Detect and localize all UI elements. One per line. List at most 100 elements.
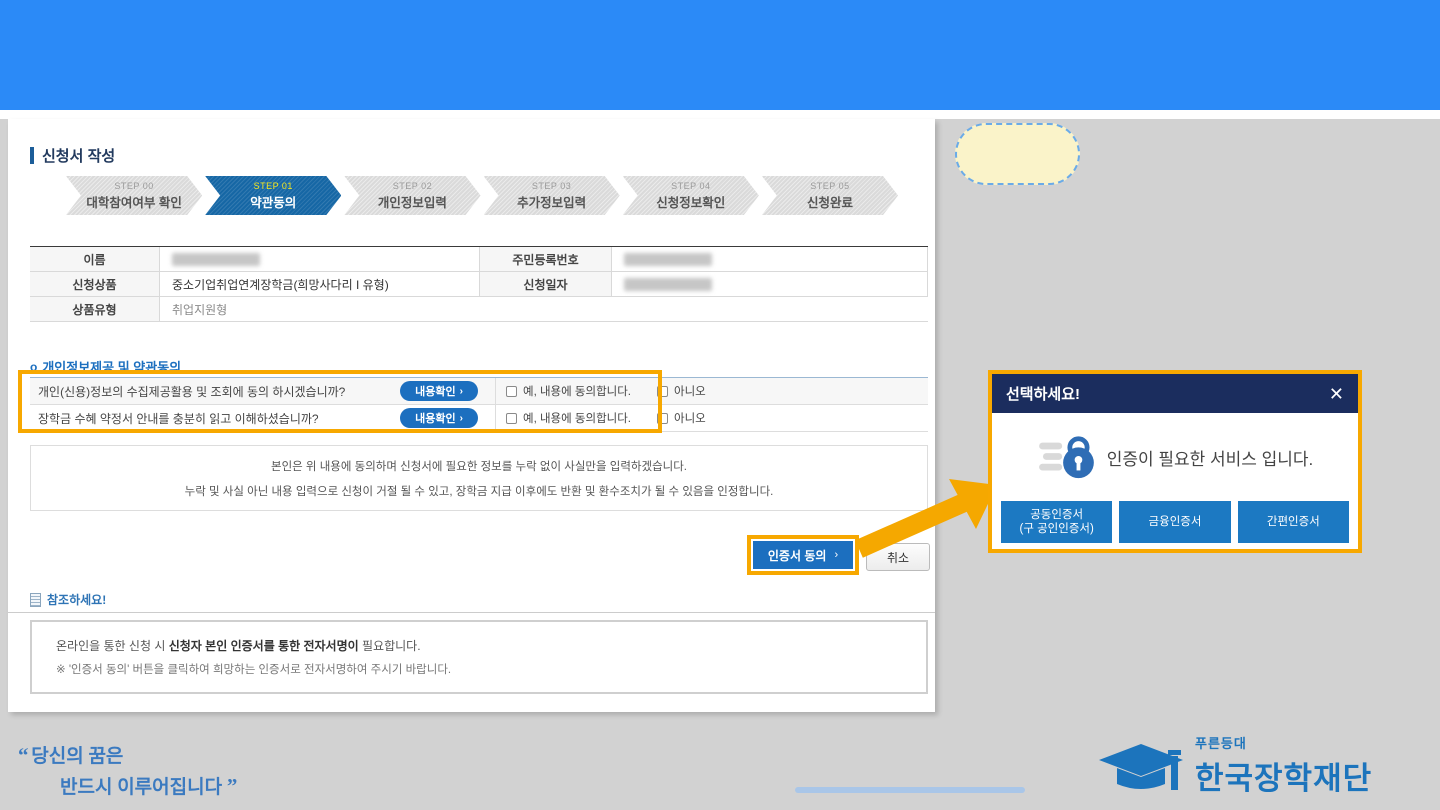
- yes-label: 예, 내용에 동의합니다.: [523, 410, 631, 426]
- redacted-rrn: [624, 253, 712, 266]
- step-number: STEP 05: [810, 181, 849, 191]
- highlight-pill-annotation: [955, 123, 1080, 185]
- step-04-confirm-info: STEP 04 신청정보확인: [623, 176, 759, 215]
- name-value: [160, 247, 480, 272]
- step-label: 신청정보확인: [656, 192, 725, 211]
- underline-annotation: [795, 787, 1025, 793]
- simple-certificate-button[interactable]: 간편인증서: [1238, 501, 1349, 543]
- step-03-additional-info: STEP 03 추가정보입력: [484, 176, 620, 215]
- consent-choices: 예, 내용에 동의합니다. 아니오: [495, 378, 928, 404]
- step-number: STEP 02: [393, 181, 432, 191]
- date-value: [612, 272, 928, 297]
- footer-slogan: “ 당신의 꿈은 반드시 이루어집니다 ”: [18, 740, 235, 801]
- joint-certificate-button[interactable]: 공동인증서 (구 공인인증서): [1001, 501, 1112, 543]
- product-label: 신청상품: [30, 272, 160, 297]
- slogan-line-2: 반드시 이루어집니다: [60, 777, 222, 798]
- document-icon: [30, 593, 41, 607]
- yes-label: 예, 내용에 동의합니다.: [523, 383, 631, 399]
- step-label: 약관동의: [250, 192, 296, 211]
- application-form-card: 신청서 작성 STEP 00 대학참여여부 확인 STEP 01 약관동의 ST…: [8, 119, 935, 712]
- consent-row-privacy: 개인(신용)정보의 수집제공활용 및 조회에 동의 하시겠습니까? 내용확인 ›…: [30, 378, 928, 405]
- close-quote: ”: [227, 774, 236, 798]
- foundation-logo: 푸른등대 한국장학재단: [1095, 733, 1372, 798]
- consent-table: 개인(신용)정보의 수집제공활용 및 조회에 동의 하시겠습니까? 내용확인 ›…: [30, 377, 928, 432]
- consent-question: 장학금 수혜 약정서 안내를 충분히 읽고 이해하셨습니까?: [30, 410, 400, 427]
- slogan-line-1: 당신의 꿈은: [31, 746, 123, 767]
- graduation-cap-icon: [1095, 736, 1187, 798]
- chevron-right-icon: ›: [834, 549, 838, 561]
- checkbox-no-2[interactable]: [657, 413, 668, 424]
- view-content-label: 내용확인: [415, 410, 455, 426]
- certificate-modal: 선택하세요! ✕ 인증이 필요한 서비스 입니다. 공동인증서 (구 공인인증서…: [988, 370, 1362, 553]
- lock-icon: [1037, 433, 1095, 481]
- logo-text: 푸른등대 한국장학재단: [1195, 733, 1372, 798]
- certificate-agree-button[interactable]: 인증서 동의 ›: [753, 541, 853, 569]
- consent-section-title-text: 개인정보제공 및 약관동의: [42, 357, 181, 376]
- step-01-terms-agreement: STEP 01 약관동의: [205, 176, 341, 215]
- chevron-right-icon: ›: [460, 413, 463, 424]
- chevron-right-icon: ›: [460, 386, 463, 397]
- consent-choices: 예, 내용에 동의합니다. 아니오: [495, 405, 928, 431]
- checkbox-no-1[interactable]: [657, 386, 668, 397]
- modal-body: 인증이 필요한 서비스 입니다.: [992, 413, 1358, 501]
- step-progress: STEP 00 대학참여여부 확인 STEP 01 약관동의 STEP 02 개…: [66, 176, 898, 215]
- rrn-value: [612, 247, 928, 272]
- modal-message: 인증이 필요한 서비스 입니다.: [1107, 445, 1314, 470]
- reference-box: 온라인을 통한 신청 시 신청자 본인 인증서를 통한 전자서명이 필요합니다.…: [30, 620, 928, 694]
- top-header-bar: [0, 0, 1440, 110]
- step-number: STEP 04: [671, 181, 710, 191]
- consent-section-title: o 개인정보제공 및 약관동의: [30, 357, 181, 376]
- view-content-button-2[interactable]: 내용확인 ›: [400, 408, 478, 428]
- modal-header: 선택하세요! ✕: [992, 374, 1358, 413]
- step-label: 대학참여여부 확인: [86, 192, 181, 211]
- checkbox-yes-2[interactable]: [506, 413, 517, 424]
- declaration-notice-box: 본인은 위 내용에 동의하며 신청서에 필요한 정보를 누락 없이 사실만을 입…: [30, 445, 928, 511]
- type-value: 취업지원형: [160, 297, 928, 322]
- screen: { "page": { "title": "신청서 작성" }, "steps"…: [0, 0, 1440, 810]
- header-divider: [0, 110, 1440, 119]
- arrow-annotation: [845, 465, 1005, 565]
- step-05-complete: STEP 05 신청완료: [762, 176, 898, 215]
- consent-question: 개인(신용)정보의 수집제공활용 및 조회에 동의 하시겠습니까?: [30, 383, 400, 400]
- notice-line-1: 본인은 위 내용에 동의하며 신청서에 필요한 정보를 누락 없이 사실만을 입…: [271, 458, 687, 474]
- step-label: 개인정보입력: [378, 192, 447, 211]
- logo-name: 한국장학재단: [1195, 753, 1372, 798]
- modal-title: 선택하세요!: [1006, 383, 1080, 404]
- button-sublabel: (구 공인인증서): [1019, 523, 1093, 535]
- reference-title: 참조하세요!: [47, 591, 106, 608]
- highlight-box-agree-button: 인증서 동의 ›: [747, 535, 859, 575]
- step-number: STEP 01: [254, 181, 293, 191]
- open-quote: “: [18, 743, 27, 767]
- no-label: 아니오: [674, 410, 706, 426]
- type-label: 상품유형: [30, 297, 160, 322]
- date-label: 신청일자: [480, 272, 612, 297]
- page-title: 신청서 작성: [30, 145, 115, 166]
- page-title-text: 신청서 작성: [42, 145, 115, 166]
- step-number: STEP 00: [114, 181, 153, 191]
- logo-tagline: 푸른등대: [1195, 733, 1372, 752]
- view-content-button-1[interactable]: 내용확인 ›: [400, 381, 478, 401]
- notice-line-2: 누락 및 사실 아닌 내용 입력으로 신청이 거절 될 수 있고, 장학금 지급…: [185, 483, 774, 499]
- title-accent-bar: [30, 147, 34, 164]
- applicant-info-table: 이름 주민등록번호 신청상품 중소기업취업연계장학금(희망사다리 I 유형) 신…: [30, 246, 928, 322]
- button-label: 금융인증서: [1149, 516, 1202, 528]
- step-label: 신청완료: [807, 192, 853, 211]
- consent-row-agreement: 장학금 수혜 약정서 안내를 충분히 읽고 이해하셨습니까? 내용확인 › 예,…: [30, 405, 928, 432]
- reference-line-1: 온라인을 통한 신청 시 신청자 본인 인증서를 통한 전자서명이 필요합니다.: [56, 637, 926, 654]
- button-label: 간편인증서: [1267, 516, 1320, 528]
- view-content-label: 내용확인: [415, 383, 455, 399]
- step-label: 추가정보입력: [517, 192, 586, 211]
- financial-certificate-button[interactable]: 금융인증서: [1119, 501, 1230, 543]
- bullet-icon: o: [30, 360, 37, 374]
- rrn-label: 주민등록번호: [480, 247, 612, 272]
- reference-line-2: ※ '인증서 동의' 버튼을 클릭하여 희망하는 인증서로 전자서명하여 주시기…: [56, 661, 926, 677]
- redacted-date: [624, 278, 712, 291]
- reference-header: 참조하세요!: [30, 591, 106, 608]
- close-icon[interactable]: ✕: [1329, 385, 1344, 403]
- step-02-personal-info: STEP 02 개인정보입력: [344, 176, 480, 215]
- agree-button-label: 인증서 동의: [768, 547, 827, 564]
- step-number: STEP 03: [532, 181, 571, 191]
- button-label: 공동인증서: [1030, 509, 1083, 521]
- product-value: 중소기업취업연계장학금(희망사다리 I 유형): [160, 272, 480, 297]
- checkbox-yes-1[interactable]: [506, 386, 517, 397]
